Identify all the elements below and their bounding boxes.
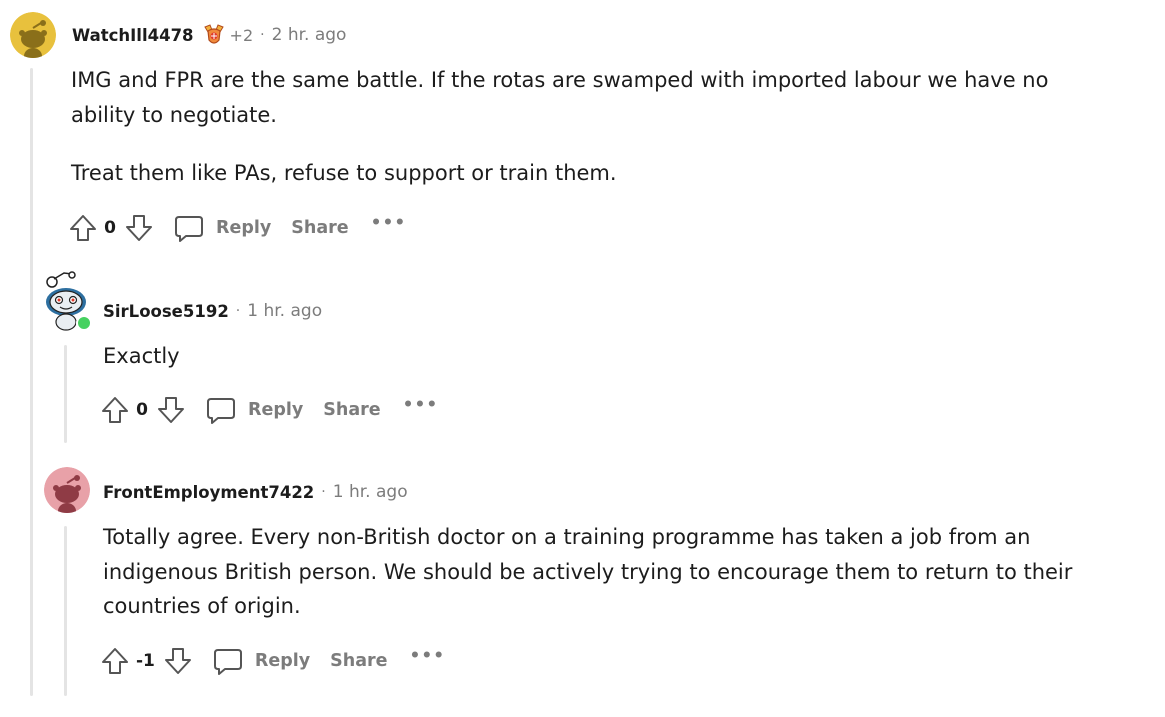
more-options-button[interactable]: ••• [410,646,446,666]
comment-bubble-icon[interactable] [172,211,206,245]
share-button[interactable]: Share [291,218,348,238]
meta-separator: · [235,303,241,319]
avatar-frontemployment7422[interactable] [44,467,90,513]
comment-line: Totally agree. Every non-British doctor … [103,525,1031,549]
downvote-icon[interactable] [161,644,195,678]
vote-score: 0 [136,400,148,420]
comment-line: countries of origin. [103,594,301,618]
downvote-icon[interactable] [154,393,188,427]
flair-count: +2 [229,25,254,45]
achievement-flair[interactable]: +2 [202,23,254,47]
comment-bubble-icon[interactable] [204,393,238,427]
comment-actions: -1 Reply Share ••• [98,643,445,679]
vote-score: -1 [136,651,155,671]
comment-bubble-icon[interactable] [211,644,245,678]
comment-line: IMG and FPR are the same battle. If the … [71,68,1049,92]
thread-line-root[interactable] [30,68,33,696]
snoo-avatar-icon [44,467,90,513]
share-button[interactable]: Share [330,651,387,671]
timestamp[interactable]: 1 hr. ago [247,301,322,321]
comment-line: ability to negotiate. [71,102,277,127]
comment-actions: 0 Reply Share ••• [66,210,406,246]
timestamp[interactable]: 1 hr. ago [333,482,408,502]
upvote-icon[interactable] [98,393,132,427]
comment-header: SirLoose5192 · 1 hr. ago [103,298,322,324]
comment-paragraph: Totally agree. Every non-British doctor … [103,520,1072,624]
timestamp[interactable]: 2 hr. ago [272,25,347,45]
avatar-watchill4478[interactable] [10,12,56,58]
comment-line: Treat them like PAs, refuse to support o… [71,161,617,185]
more-options-button[interactable]: ••• [371,213,407,233]
meta-separator: · [260,27,265,43]
online-status-icon [76,315,92,331]
comment-paragraph: Treat them like PAs, refuse to support o… [71,156,617,191]
reply-button[interactable]: Reply [248,400,303,420]
comment-line: indigenous British person. We should be … [103,559,1073,584]
comment-header: FrontEmployment7422 · 1 hr. ago [103,479,408,505]
comment-actions: 0 Reply Share ••• [98,392,438,428]
upvote-icon[interactable] [66,211,100,245]
avatar-sirloose5192[interactable] [42,270,94,332]
thread-line-reply-1[interactable] [64,345,67,443]
vote-score: 0 [104,218,116,238]
snoo-avatar-icon [10,12,56,58]
meta-separator: · [321,484,326,500]
comment-header: WatchIll4478 +2 · 2 hr. ago [72,22,346,48]
comment-paragraph: Exactly [103,339,180,374]
username-link[interactable]: SirLoose5192 [103,302,229,321]
comment-paragraph: IMG and FPR are the same battle. If the … [71,63,1048,132]
trophy-badge-icon [203,24,224,44]
reply-button[interactable]: Reply [255,651,310,671]
username-link[interactable]: WatchIll4478 [72,26,194,45]
downvote-icon[interactable] [122,211,156,245]
upvote-icon[interactable] [98,644,132,678]
reply-button[interactable]: Reply [216,218,271,238]
more-options-button[interactable]: ••• [403,395,439,415]
share-button[interactable]: Share [323,400,380,420]
username-link[interactable]: FrontEmployment7422 [103,483,314,502]
comment-line: Exactly [103,344,180,368]
thread-line-reply-2[interactable] [64,526,67,696]
